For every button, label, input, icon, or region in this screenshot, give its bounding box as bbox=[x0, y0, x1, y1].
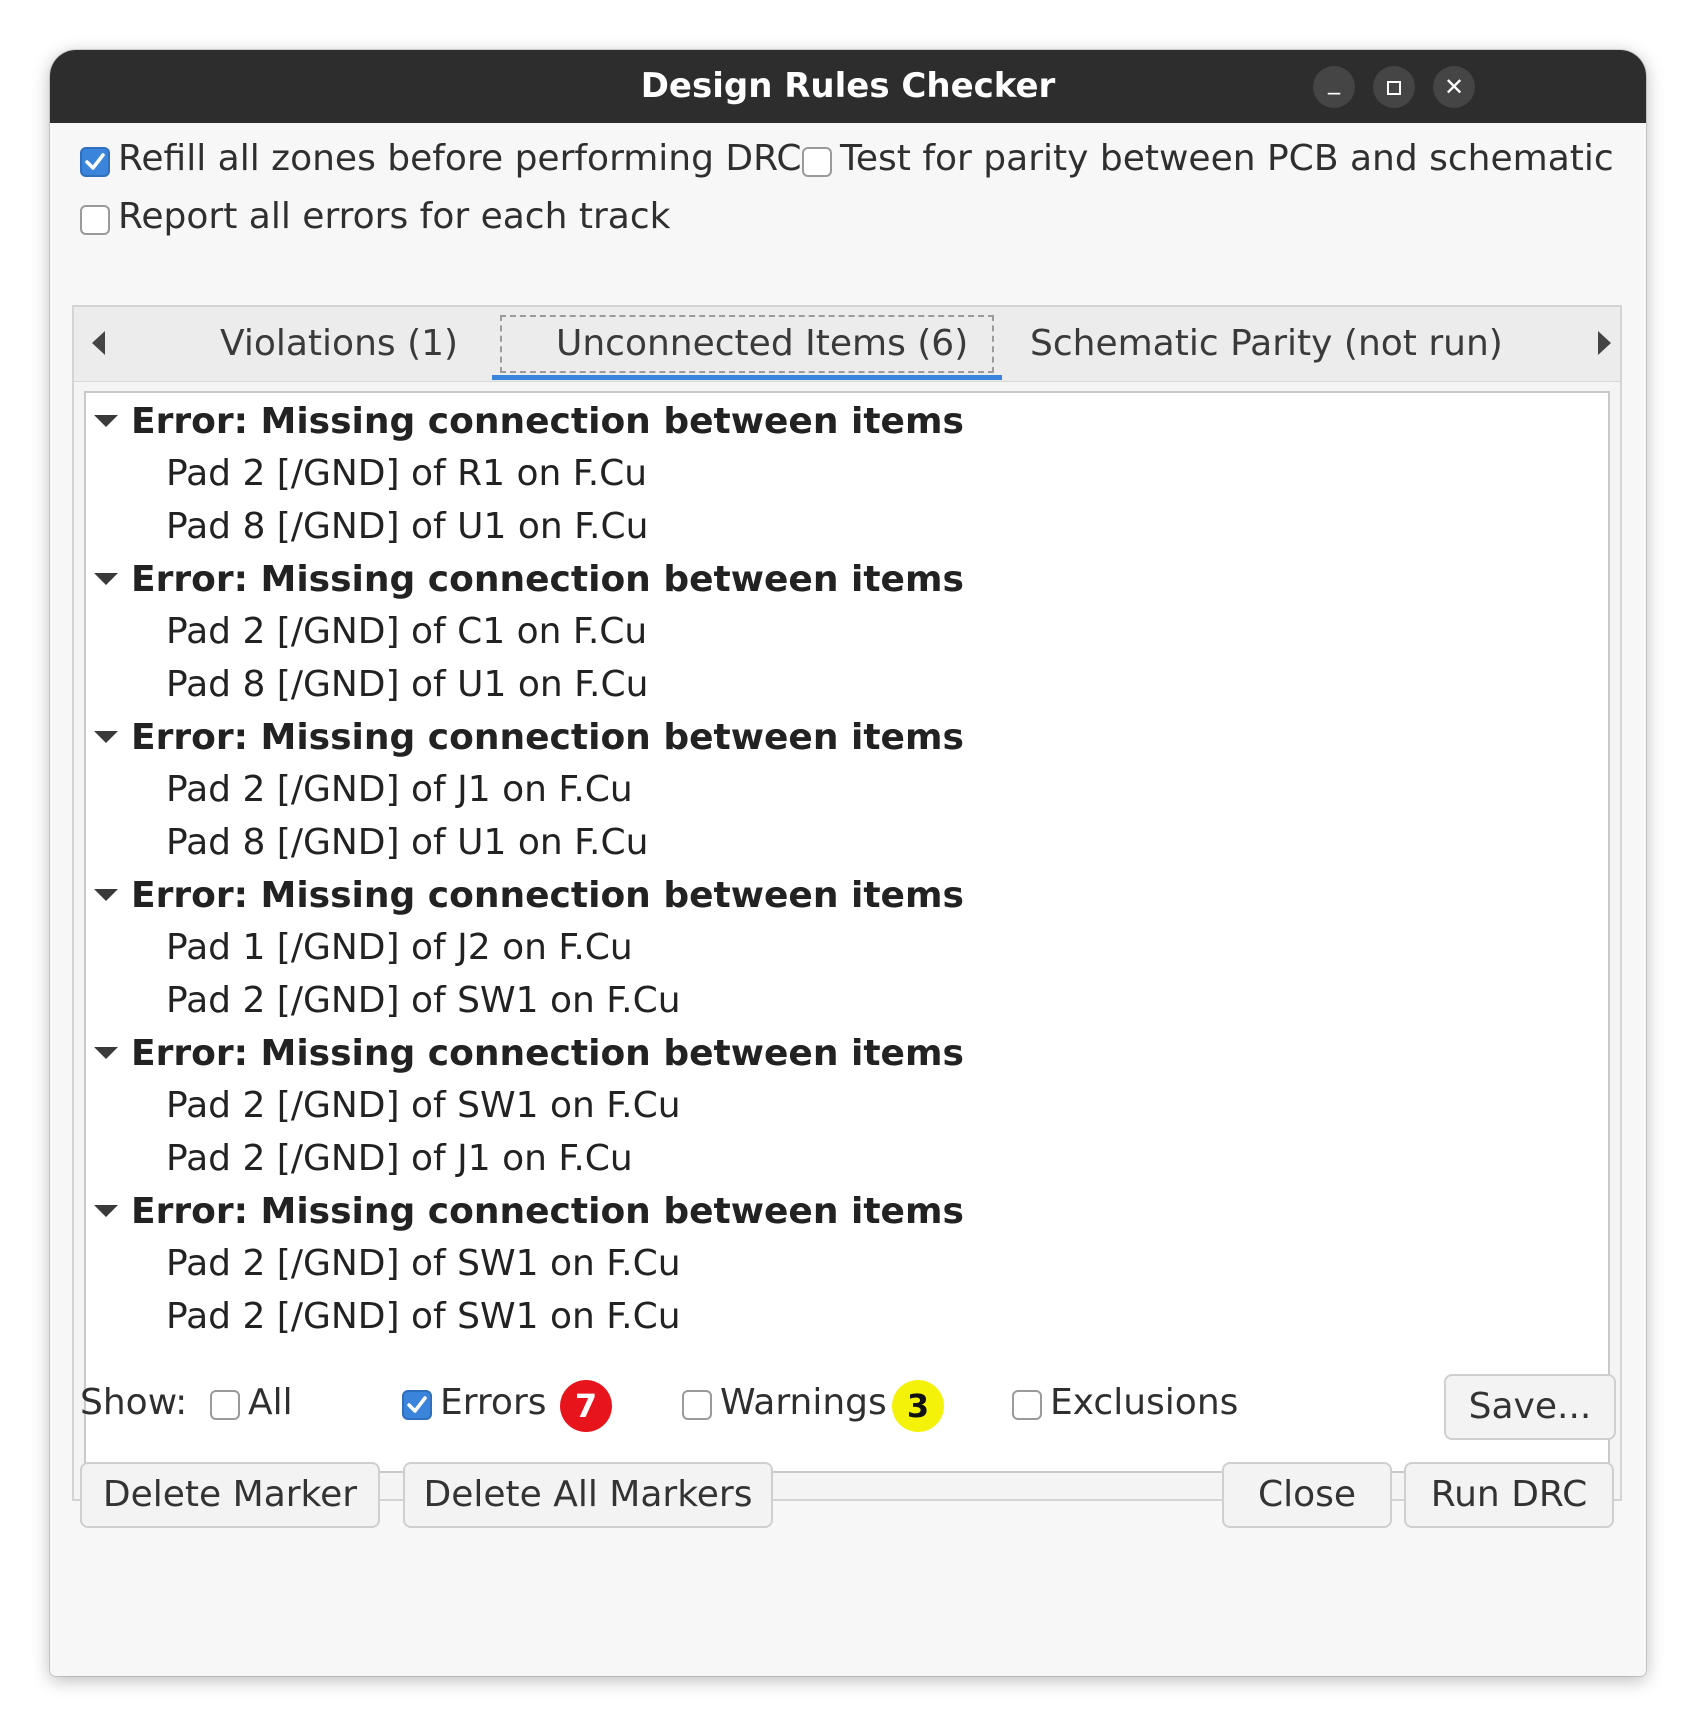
maximize-button[interactable] bbox=[1373, 66, 1415, 108]
expand-arrow-icon[interactable] bbox=[94, 731, 118, 743]
show-all-label: All bbox=[248, 1382, 293, 1423]
active-tab-indicator bbox=[492, 375, 1002, 380]
show-errors-checkbox[interactable] bbox=[402, 1390, 432, 1420]
title-bar: Design Rules Checker _ ✕ bbox=[50, 50, 1646, 123]
expand-arrow-icon[interactable] bbox=[94, 1205, 118, 1217]
show-exclusions-checkbox[interactable] bbox=[1012, 1390, 1042, 1420]
checkmark-icon bbox=[407, 1396, 427, 1413]
expand-arrow-icon[interactable] bbox=[94, 889, 118, 901]
show-exclusions-label: Exclusions bbox=[1050, 1382, 1239, 1423]
results-notebook: Violations (1) Unconnected Items (6) Sch… bbox=[72, 305, 1622, 1501]
show-warnings-label: Warnings bbox=[720, 1382, 887, 1423]
checkmark-icon bbox=[85, 153, 105, 170]
report-all-errors-label: Report all errors for each track bbox=[118, 196, 671, 237]
scroll-tabs-right-icon[interactable] bbox=[1598, 331, 1611, 355]
tree-item[interactable]: Pad 2 [/GND] of J1 on F.Cu bbox=[166, 1130, 633, 1188]
close-window-button[interactable]: ✕ bbox=[1433, 66, 1475, 108]
group-title: Error: Missing connection between items bbox=[131, 559, 964, 600]
group-title: Error: Missing connection between items bbox=[131, 1033, 964, 1074]
tree-item[interactable]: Pad 2 [/GND] of SW1 on F.Cu bbox=[166, 1077, 681, 1135]
group-title: Error: Missing connection between items bbox=[131, 401, 964, 442]
group-title: Error: Missing connection between items bbox=[131, 875, 964, 916]
show-all-checkbox[interactable] bbox=[210, 1390, 240, 1420]
errors-count-badge: 7 bbox=[560, 1380, 612, 1432]
tree-group-header[interactable]: Error: Missing connection between items bbox=[86, 551, 1608, 609]
tree-item[interactable]: Pad 2 [/GND] of R1 on F.Cu bbox=[166, 445, 647, 503]
tree-item[interactable]: Pad 2 [/GND] of SW1 on F.Cu bbox=[166, 1288, 681, 1346]
unconnected-items-tree[interactable]: Error: Missing connection between items … bbox=[84, 391, 1610, 1473]
close-button[interactable]: Close bbox=[1222, 1462, 1392, 1528]
tree-group-header[interactable]: Error: Missing connection between items bbox=[86, 1183, 1608, 1241]
warnings-count-badge: 3 bbox=[892, 1380, 944, 1432]
test-parity-checkbox[interactable] bbox=[802, 147, 832, 177]
tree-group-header[interactable]: Error: Missing connection between items bbox=[86, 393, 1608, 451]
minimize-button[interactable]: _ bbox=[1313, 66, 1355, 108]
tree-item[interactable]: Pad 2 [/GND] of SW1 on F.Cu bbox=[166, 972, 681, 1030]
test-parity-label: Test for parity between PCB and schemati… bbox=[840, 138, 1614, 179]
maximize-icon bbox=[1387, 81, 1401, 95]
tree-item[interactable]: Pad 2 [/GND] of SW1 on F.Cu bbox=[166, 1235, 681, 1293]
scroll-tabs-left-icon[interactable] bbox=[92, 331, 105, 355]
show-warnings-checkbox[interactable] bbox=[682, 1390, 712, 1420]
minimize-icon: _ bbox=[1328, 67, 1340, 95]
group-title: Error: Missing connection between items bbox=[131, 1191, 964, 1232]
expand-arrow-icon[interactable] bbox=[94, 1047, 118, 1059]
show-label: Show: bbox=[80, 1382, 188, 1423]
tab-unconnected-items[interactable]: Unconnected Items (6) bbox=[556, 307, 968, 381]
tree-group-header[interactable]: Error: Missing connection between items bbox=[86, 867, 1608, 925]
tab-schematic-parity[interactable]: Schematic Parity (not run) bbox=[1030, 307, 1503, 381]
tree-item[interactable]: Pad 8 [/GND] of U1 on F.Cu bbox=[166, 498, 648, 556]
expand-arrow-icon[interactable] bbox=[94, 415, 118, 427]
report-all-errors-checkbox[interactable] bbox=[80, 205, 110, 235]
expand-arrow-icon[interactable] bbox=[94, 573, 118, 585]
refill-zones-checkbox[interactable] bbox=[80, 147, 110, 177]
tab-strip: Violations (1) Unconnected Items (6) Sch… bbox=[74, 307, 1620, 382]
tree-group-header[interactable]: Error: Missing connection between items bbox=[86, 1025, 1608, 1083]
save-button[interactable]: Save... bbox=[1444, 1374, 1616, 1440]
group-title: Error: Missing connection between items bbox=[131, 717, 964, 758]
tab-violations[interactable]: Violations (1) bbox=[220, 307, 458, 381]
tree-item[interactable]: Pad 2 [/GND] of C1 on F.Cu bbox=[166, 603, 647, 661]
run-drc-button[interactable]: Run DRC bbox=[1404, 1462, 1614, 1528]
tree-item[interactable]: Pad 2 [/GND] of J1 on F.Cu bbox=[166, 761, 633, 819]
tree-item[interactable]: Pad 8 [/GND] of U1 on F.Cu bbox=[166, 656, 648, 714]
close-icon: ✕ bbox=[1443, 73, 1465, 101]
refill-zones-label: Refill all zones before performing DRC bbox=[118, 138, 802, 179]
tree-group-header[interactable]: Error: Missing connection between items bbox=[86, 709, 1608, 767]
delete-all-markers-button[interactable]: Delete All Markers bbox=[403, 1462, 773, 1528]
delete-marker-button[interactable]: Delete Marker bbox=[80, 1462, 380, 1528]
tree-item[interactable]: Pad 1 [/GND] of J2 on F.Cu bbox=[166, 919, 633, 977]
show-errors-label: Errors bbox=[440, 1382, 547, 1423]
tree-item[interactable]: Pad 8 [/GND] of U1 on F.Cu bbox=[166, 814, 648, 872]
drc-dialog: Design Rules Checker _ ✕ Refill all zone… bbox=[50, 50, 1646, 1676]
